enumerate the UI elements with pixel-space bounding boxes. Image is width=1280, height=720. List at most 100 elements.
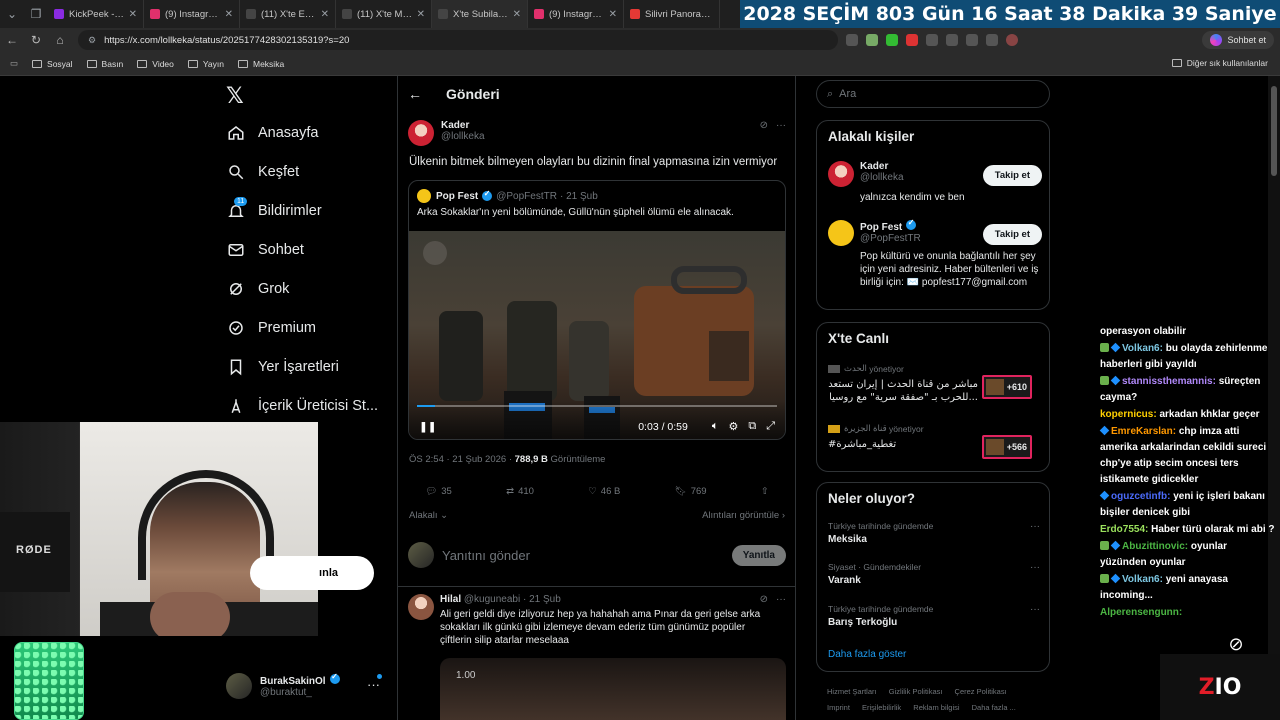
post-timestamp[interactable]: ÖS 2:54 · 21 Şub 2026 · <box>409 454 515 465</box>
pause-icon[interactable]: ❚❚ <box>419 421 437 433</box>
reply-button[interactable]: 💬︎ 35 <box>425 486 452 504</box>
browser-tab[interactable]: (9) Instagram ✕ <box>144 0 240 28</box>
extension-icon[interactable] <box>986 34 998 46</box>
scrollbar-thumb[interactable] <box>1271 86 1277 176</box>
fullscreen-icon[interactable]: ⤢ <box>766 420 775 433</box>
picture-in-picture-icon[interactable]: ⧉ <box>748 420 756 433</box>
footer-link[interactable]: Imprint <box>827 703 850 712</box>
bookmark-folder[interactable]: Meksika <box>238 59 284 69</box>
sort-dropdown[interactable]: Alakalı ⌄ <box>409 510 448 521</box>
show-more-link[interactable]: Daha fazla göster <box>828 649 906 660</box>
browser-tab[interactable]: (11) X'te Etkili Ha ✕ <box>240 0 336 28</box>
more-icon[interactable]: ··· <box>776 594 786 605</box>
close-icon[interactable]: ✕ <box>417 9 425 20</box>
extension-icon[interactable] <box>966 34 978 46</box>
video-progress[interactable] <box>417 405 777 407</box>
author-handle[interactable]: @lollkeka <box>441 131 485 142</box>
nav-home[interactable]: Anasayfa <box>226 118 318 148</box>
browser-tab[interactable]: (11) X'te Muhami ✕ <box>336 0 432 28</box>
grok-icon[interactable]: ⊘ <box>760 120 768 131</box>
reply-input[interactable]: Yanıtını gönder <box>442 548 530 563</box>
follow-button[interactable]: Takip et <box>982 224 1042 245</box>
bookmark-folder[interactable]: Sosyal <box>32 59 73 69</box>
browser-tab[interactable]: (9) Instagram ✕ <box>528 0 624 28</box>
extension-icon[interactable] <box>846 34 858 46</box>
grok-icon[interactable]: ⊘ <box>760 594 768 605</box>
nav-explore[interactable]: Keşfet <box>226 157 299 187</box>
back-arrow-icon[interactable]: ← <box>408 86 438 102</box>
reply-video[interactable]: 1.00 <box>440 658 786 720</box>
post-button[interactable]: ınla <box>250 556 374 590</box>
tab-actions-icon[interactable]: ❐ <box>24 0 48 28</box>
browser-tab-active[interactable]: X'te Subilai Hans ✕ <box>432 0 528 28</box>
reload-icon[interactable]: ↻ <box>24 33 48 47</box>
reply-author-name[interactable]: Hilal <box>440 594 461 605</box>
person-item[interactable]: Pop Fest@PopFestTR Takip et Pop kültürü … <box>828 218 1042 288</box>
quoted-post[interactable]: Pop Fest @PopFestTR · 21 Şub Arka Sokakl… <box>408 180 786 440</box>
bookmark-folder[interactable]: Basın <box>86 59 123 69</box>
nav-creator-studio[interactable]: İçerik Üreticisi St... <box>226 391 378 421</box>
footer-link[interactable]: Hizmet Şartları <box>827 687 877 696</box>
live-item[interactable]: قناة الجزيرة yönetiyor #تغطية_مباشرة +56… <box>828 423 1040 459</box>
avatar[interactable] <box>408 594 434 620</box>
other-bookmarks[interactable]: Diğer sık kullanılanlar <box>1171 58 1268 68</box>
site-info-icon[interactable]: ⚙ <box>88 35 96 46</box>
extension-icon[interactable] <box>906 34 918 46</box>
extension-icon[interactable] <box>946 34 958 46</box>
footer-link[interactable]: Daha fazla ... <box>972 703 1016 712</box>
nav-grok[interactable]: Grok <box>226 274 289 304</box>
copilot-chat-button[interactable]: Sohbet et <box>1202 31 1274 49</box>
browser-tab[interactable]: Silivri Panorama <box>624 0 720 28</box>
x-logo-icon[interactable]: 𝕏 <box>226 84 244 109</box>
trend-item[interactable]: Türkiye tarihinde gündemde Meksika ··· <box>828 521 1040 545</box>
footer-link[interactable]: Gizlilik Politikası <box>889 687 943 696</box>
like-button[interactable]: ♡ 46 B <box>588 486 620 504</box>
profile-avatar-icon[interactable] <box>1006 34 1018 46</box>
reply-submit-button[interactable]: Yanıtla <box>731 544 786 566</box>
video-player[interactable]: ❚❚ 0:03 / 0:59 🔈︎ ⚙ ⧉ ⤢ <box>409 231 785 439</box>
more-icon[interactable]: ··· <box>1030 521 1040 532</box>
settings-icon[interactable]: ⚙ <box>728 420 738 433</box>
footer-link[interactable]: Erişilebilirlik <box>862 703 901 712</box>
reply-author-handle[interactable]: @kuguneabi <box>464 594 520 605</box>
extension-icon[interactable] <box>886 34 898 46</box>
reading-list-icon[interactable]: ▭ <box>10 58 18 69</box>
bookmark-folder[interactable]: Video <box>137 59 174 69</box>
home-icon[interactable]: ⌂ <box>48 33 72 47</box>
search-input[interactable]: ⌕ Ara <box>816 80 1050 108</box>
more-icon[interactable]: ··· <box>776 120 786 131</box>
footer-link[interactable]: Reklam bilgisi <box>913 703 959 712</box>
close-icon[interactable]: ✕ <box>321 9 329 20</box>
nav-notifications[interactable]: 11 Bildirimler <box>226 196 322 226</box>
avatar[interactable] <box>408 120 434 146</box>
url-field[interactable]: ⚙ https://x.com/lollkeka/status/202517742… <box>78 30 838 50</box>
browser-tab[interactable]: KickPeek - Real-ti ✕ <box>48 0 144 28</box>
volume-icon[interactable]: 🔈︎ <box>712 420 719 433</box>
follow-button[interactable]: Takip et <box>982 165 1042 186</box>
nav-bookmarks[interactable]: Yer İşaretleri <box>226 352 339 382</box>
close-icon[interactable]: ✕ <box>225 9 233 20</box>
trend-item[interactable]: Türkiye tarihinde gündemde Barış Terkoğlu… <box>828 604 1040 628</box>
share-icon[interactable]: ⇧ <box>761 486 769 504</box>
trend-item[interactable]: Siyaset · Gündemdekiler Varank ··· <box>828 562 1040 586</box>
bookmark-folder[interactable]: Yayın <box>187 59 224 69</box>
more-icon[interactable]: ··· <box>1030 604 1040 615</box>
tab-menu-icon[interactable]: ⌄ <box>0 0 24 28</box>
more-icon[interactable]: ··· <box>1030 562 1040 573</box>
close-icon[interactable]: ✕ <box>513 9 521 20</box>
repost-button[interactable]: ⇄ 410 <box>506 486 534 504</box>
close-icon[interactable]: ✕ <box>609 9 617 20</box>
extension-icon[interactable] <box>866 34 878 46</box>
back-icon[interactable]: ← <box>0 33 24 47</box>
close-icon[interactable]: ✕ <box>129 9 137 20</box>
live-item[interactable]: الحدث yönetiyor مباشر من قناة الحدث | إي… <box>828 363 1040 404</box>
more-icon[interactable]: ··· <box>367 677 380 692</box>
bookmark-button[interactable]: 🔖︎ 769 <box>675 486 707 504</box>
nav-premium[interactable]: Premium <box>226 313 316 343</box>
nav-chat[interactable]: Sohbet <box>226 235 304 265</box>
person-item[interactable]: Kader @lollkeka Takip et yalnızca kendim … <box>828 161 1042 203</box>
footer-link[interactable]: Çerez Politikası <box>955 687 1007 696</box>
account-switcher[interactable]: BurakSakinOl @buraktut_ ··· <box>226 672 392 700</box>
reply-post[interactable]: Hilal @kuguneabi · 21 Şub ⊘ ··· Ali geri … <box>408 594 786 720</box>
author-name[interactable]: Kader <box>441 120 485 131</box>
